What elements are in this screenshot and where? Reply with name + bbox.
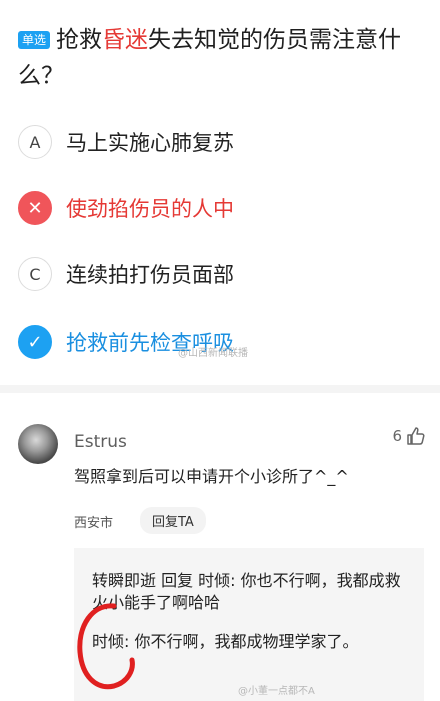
option-b[interactable]: ✕ 使劲掐伤员的人中 <box>18 188 418 228</box>
option-c[interactable]: C 连续拍打伤员面部 <box>18 254 418 294</box>
option-a[interactable]: A 马上实施心肺复苏 <box>18 122 418 162</box>
option-a-text: 马上实施心肺复苏 <box>66 131 234 155</box>
watermark-middle: @山西新闻联播 <box>178 348 248 359</box>
check-icon: ✓ <box>18 325 52 359</box>
option-c-marker: C <box>18 257 52 291</box>
reply-item: 时倾: 你不行啊，我都成物理学家了。 <box>92 632 359 651</box>
option-c-text: 连续拍打伤员面部 <box>66 263 234 287</box>
reply-button[interactable]: 回复TA <box>140 507 206 534</box>
question-text: 单选 抢救昏迷失去知觉的伤员需注意什么？ <box>18 22 426 94</box>
reply-item: 转瞬即逝 回复 时倾: 你也不行啊，我都成救火小能手了啊哈哈 <box>92 571 401 612</box>
avatar[interactable] <box>18 424 58 464</box>
question-prefix: 抢救 <box>56 27 103 53</box>
section-divider <box>0 385 440 393</box>
like-count: 6 <box>392 427 402 445</box>
wrong-icon: ✕ <box>18 191 52 225</box>
comment-text: 驾照拿到后可以申请开个小诊所了^_^ <box>74 467 349 486</box>
comment-location: 西安市 <box>74 516 114 531</box>
question-highlight: 昏迷 <box>102 27 149 53</box>
question-type-badge: 单选 <box>18 31 51 49</box>
option-a-marker: A <box>18 125 52 159</box>
red-marker-circle <box>77 603 135 690</box>
like-button[interactable]: 6 <box>392 426 426 446</box>
comment-username[interactable]: Estrus <box>74 432 127 452</box>
option-b-text: 使劲掐伤员的人中 <box>66 197 234 221</box>
thumbs-up-icon <box>407 427 425 445</box>
watermark-bottom: @小董一点都不A <box>238 686 315 697</box>
